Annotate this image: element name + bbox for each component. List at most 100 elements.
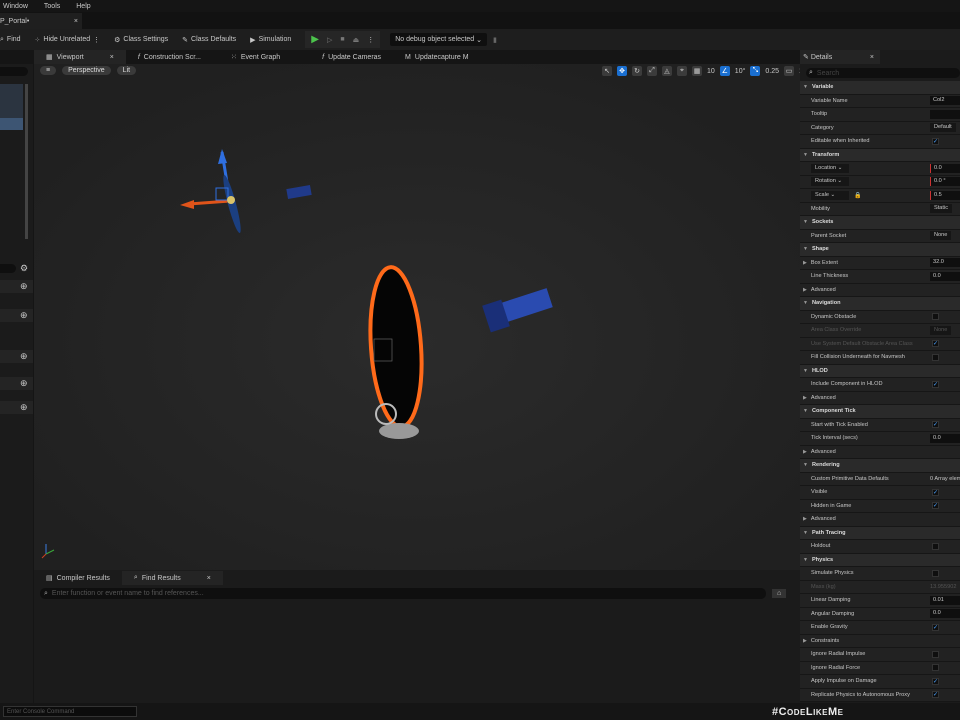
grid-snap-icon[interactable]: ▦ [692, 66, 702, 76]
hamburger-menu-icon[interactable]: ≡ [40, 66, 57, 75]
property-row-constraints[interactable]: ▶ Constraints [800, 634, 960, 648]
rotation-snap-icon[interactable]: ∠ [719, 66, 730, 76]
section-header-sockets[interactable]: ▼ Sockets [800, 216, 960, 230]
perspective-button[interactable]: Perspective [62, 66, 111, 75]
gear-icon[interactable]: ⚙ [20, 263, 28, 274]
tab-updatecapture[interactable]: M Updatecapture M [393, 50, 481, 64]
value-input[interactable]: Col2 [930, 96, 960, 106]
checkbox-unchecked[interactable] [932, 542, 939, 550]
close-icon[interactable]: × [74, 18, 78, 25]
console-input[interactable]: Enter Console Command [3, 706, 137, 717]
lock-icon[interactable]: 🔒 [854, 192, 861, 199]
find-button[interactable]: ⌕ Find [0, 36, 21, 44]
add-icon[interactable]: ⊕ [20, 402, 28, 413]
checkbox-checked[interactable]: ✓ [932, 691, 939, 699]
components-search[interactable] [0, 67, 28, 76]
step-icon[interactable]: ▷ [327, 36, 332, 44]
section-header-physics[interactable]: ▼ Physics [800, 553, 960, 567]
value-dropdown[interactable]: None [930, 231, 952, 241]
section-header-path-tracing[interactable]: ▼ Path Tracing [800, 526, 960, 540]
checkbox-unchecked[interactable] [932, 664, 939, 672]
property-row-advanced[interactable]: ▶ Advanced [800, 391, 960, 405]
tab-construction-script[interactable]: f Construction Scr... [126, 50, 213, 64]
tab-viewport[interactable]: ▦ Viewport × [34, 50, 126, 64]
checkbox-unchecked[interactable] [932, 569, 939, 577]
document-tab[interactable]: P_Portal• × [0, 13, 82, 29]
lit-button[interactable]: Lit [116, 66, 137, 75]
scale-snap-value[interactable]: 0.25 [765, 68, 779, 75]
checkbox-checked[interactable]: ✓ [932, 137, 939, 145]
select-icon[interactable]: ↖ [602, 66, 612, 76]
checkbox-checked[interactable]: ✓ [932, 502, 939, 510]
add-icon[interactable]: ⊕ [20, 378, 28, 389]
checkbox-checked[interactable]: ✓ [932, 340, 939, 348]
property-row-box-extent[interactable]: ▶ Box Extent 32.0 [800, 256, 960, 270]
world-local-icon[interactable]: ◬ [662, 66, 672, 76]
value-dropdown[interactable]: Default [930, 123, 956, 133]
class-settings-button[interactable]: ⚙ Class Settings [114, 36, 168, 44]
add-icon[interactable]: ⊕ [20, 281, 28, 292]
tab-details[interactable]: ✎ Details × [800, 50, 880, 64]
section-header-transform[interactable]: ▼ Transform [800, 148, 960, 162]
value-input[interactable] [930, 109, 960, 119]
add-icon[interactable]: ⊕ [20, 310, 28, 321]
value-input[interactable]: 0.5 [930, 190, 960, 200]
rotate-icon[interactable]: ↻ [632, 66, 642, 76]
section-header-variable[interactable]: ▼ Variable [800, 81, 960, 95]
tab-update-cameras[interactable]: f Update Cameras [310, 50, 393, 64]
close-icon[interactable]: × [110, 54, 114, 61]
rotation-snap-value[interactable]: 10° [735, 68, 746, 75]
tab-find-results[interactable]: ⌕ Find Results × [121, 571, 223, 585]
simulation-button[interactable]: ▶ Simulation [250, 36, 291, 44]
surface-snap-icon[interactable]: ⌖ [677, 66, 687, 76]
checkbox-checked[interactable]: ✓ [932, 677, 939, 685]
checkbox-unchecked[interactable] [932, 313, 939, 321]
details-search-input[interactable]: ⌕ Search [806, 68, 960, 78]
translate-icon[interactable]: ✥ [617, 66, 627, 76]
value-input[interactable]: 0.0 [930, 163, 960, 173]
menu-help[interactable]: Help [76, 3, 90, 10]
variables-search[interactable] [0, 264, 16, 273]
play-icon[interactable]: ▶ [311, 34, 319, 45]
viewport[interactable] [34, 64, 800, 570]
section-header-hlod[interactable]: ▼ HLOD [800, 364, 960, 378]
binoculars-icon[interactable]: ⌂ [772, 589, 787, 598]
class-defaults-button[interactable]: ✎ Class Defaults [182, 36, 236, 44]
component-item[interactable] [0, 84, 23, 118]
debug-object-select[interactable]: No debug object selected ⌄ [390, 33, 488, 46]
checkbox-checked[interactable]: ✓ [932, 421, 939, 429]
find-search-input[interactable]: ⌕ Enter function or event name to find re… [40, 588, 766, 599]
menu-tools[interactable]: Tools [44, 3, 60, 10]
component-item-selected[interactable] [0, 118, 23, 130]
value-input[interactable]: 0.01 [930, 595, 960, 605]
transform-mode-dropdown[interactable]: Scale ⌄ [811, 190, 849, 200]
checkbox-checked[interactable]: ✓ [932, 488, 939, 496]
scrollbar[interactable] [25, 84, 28, 239]
eject-icon[interactable]: ⏏ [353, 36, 360, 44]
value-dropdown[interactable]: Static [930, 204, 952, 214]
tab-event-graph[interactable]: ⁙ Event Graph [219, 50, 292, 64]
section-header-rendering[interactable]: ▼ Rendering [800, 459, 960, 473]
stop-icon[interactable]: ■ [340, 36, 344, 43]
value-input[interactable]: 32.0 [930, 258, 960, 268]
hide-unrelated-button[interactable]: ⁘ Hide Unrelated ⋮ [35, 36, 101, 44]
more-icon[interactable]: ⋮ [93, 36, 100, 44]
value-input[interactable]: 0.0 [930, 271, 960, 281]
section-header-shape[interactable]: ▼ Shape [800, 243, 960, 257]
scale-snap-icon[interactable]: ⤡ [750, 66, 761, 76]
checkbox-unchecked[interactable] [932, 650, 939, 658]
checkbox-unchecked[interactable] [932, 353, 939, 361]
add-icon[interactable]: ⊕ [20, 351, 28, 362]
transform-mode-dropdown[interactable]: Location ⌄ [811, 163, 849, 173]
checkbox-checked[interactable]: ✓ [932, 623, 939, 631]
property-row-advanced[interactable]: ▶ Advanced [800, 513, 960, 527]
property-row-advanced[interactable]: ▶ Advanced [800, 445, 960, 459]
section-header-component-tick[interactable]: ▼ Component Tick [800, 405, 960, 419]
value-dropdown[interactable]: None [930, 325, 952, 335]
more-icon[interactable]: ⋮ [367, 36, 374, 44]
transform-mode-dropdown[interactable]: Rotation ⌄ [811, 177, 849, 187]
camera-speed-icon[interactable]: ▭ [784, 66, 795, 76]
grid-snap-value[interactable]: 10 [707, 68, 715, 75]
scale-icon[interactable]: ⤢ [647, 66, 657, 76]
close-icon[interactable]: × [207, 575, 211, 582]
